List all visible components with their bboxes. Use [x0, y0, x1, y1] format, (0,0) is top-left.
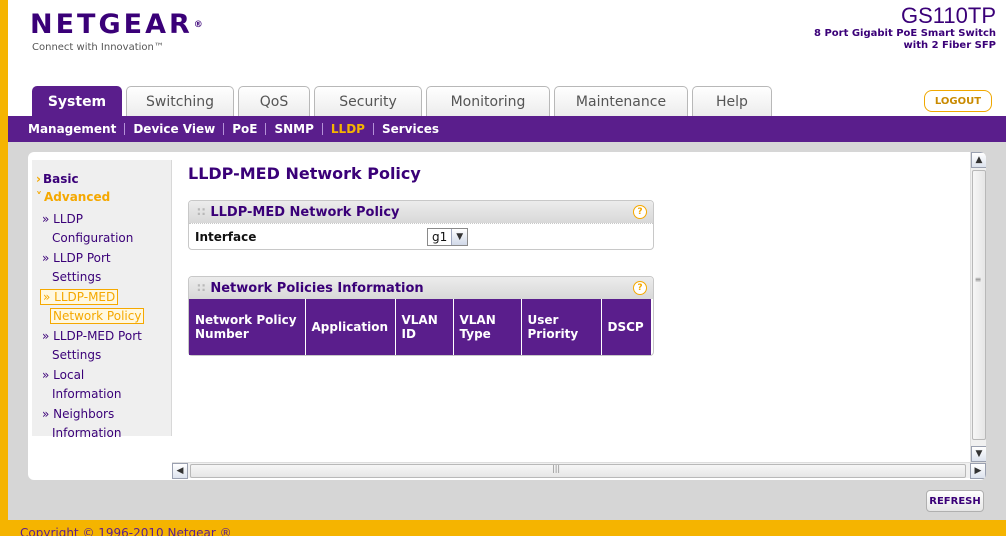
tab-help[interactable]: Help: [692, 86, 772, 116]
sidebar-item-lldp-port-settings[interactable]: » LLDP Port Settings: [42, 249, 111, 287]
sidebar-item-label: » LLDP: [42, 212, 84, 226]
sidebar-item-label: » LLDP Port: [42, 251, 111, 265]
chevron-down-icon[interactable]: ▼: [451, 228, 468, 245]
scroll-down-icon[interactable]: ▼: [971, 446, 986, 462]
sidebar-item-local-information[interactable]: » Local Information: [42, 366, 121, 404]
column-header: VLAN ID: [395, 299, 454, 355]
sidebar-item-neighbors-information[interactable]: » Neighbors Information: [42, 405, 121, 443]
help-icon[interactable]: ?: [633, 205, 647, 219]
panel-title: Network Policies Information: [210, 280, 424, 296]
sub-navigation: Management Device View PoE SNMP LLDP Ser…: [8, 116, 1006, 142]
sidebar: › Basic ˅ Advanced » LLDP Configuration » …: [32, 160, 172, 440]
interface-label: Interface: [195, 229, 257, 244]
panel-header: ∷ LLDP-MED Network Policy ?: [189, 201, 653, 223]
interface-select-value: g1: [432, 229, 448, 244]
subnav-management[interactable]: Management: [20, 122, 124, 136]
chevron-down-icon: ˅: [36, 190, 42, 204]
scroll-left-icon[interactable]: ◀: [172, 463, 188, 479]
sidebar-item-label: » LLDP-MED Port: [42, 329, 142, 343]
grip-icon: ≡: [974, 275, 982, 284]
column-header: Application: [305, 299, 396, 355]
vertical-scroll-thumb[interactable]: [972, 170, 986, 440]
column-header: VLAN Type: [453, 299, 522, 355]
sidebar-item-lldp-med-network-policy[interactable]: » LLDP-MED Network Policy: [40, 288, 145, 326]
model-description: 8 Port Gigabit PoE Smart Switch with 2 F…: [814, 28, 996, 51]
grip-icon: ∷: [197, 281, 205, 295]
subnav-snmp[interactable]: SNMP: [266, 122, 321, 136]
sidebar-item-label: Information: [52, 426, 122, 440]
interface-row: Interface g1 ▼: [189, 223, 653, 249]
logout-button[interactable]: LOGOUT: [924, 90, 992, 112]
sidebar-item-label: Settings: [52, 348, 102, 362]
header: NETGEAR® Connect with Innovation™ GS110T…: [8, 0, 1006, 76]
grip-icon: |||: [552, 464, 561, 473]
model-info: GS110TP 8 Port Gigabit PoE Smart Switch …: [796, 4, 996, 52]
sidebar-advanced[interactable]: ˅ Advanced: [36, 190, 110, 204]
copyright-text: Copyright © 1996-2010 Netgear ®: [20, 526, 232, 536]
tab-switching[interactable]: Switching: [126, 86, 234, 116]
interface-select[interactable]: g1 ▼: [427, 227, 469, 246]
scroll-right-icon[interactable]: ▶: [970, 463, 986, 479]
grip-icon: ∷: [197, 205, 205, 219]
network-policy-panel: ∷ LLDP-MED Network Policy ? Interface g1…: [188, 200, 654, 250]
netgear-logo: NETGEAR®: [30, 9, 203, 40]
vertical-scrollbar[interactable]: ▲ ≡ ▼: [970, 152, 986, 462]
sidebar-item-label: Settings: [52, 270, 102, 284]
table-header-row: Network Policy Number Application VLAN I…: [189, 299, 651, 355]
horizontal-scroll-thumb[interactable]: [190, 464, 966, 478]
content-area: › Basic ˅ Advanced » LLDP Configuration » …: [8, 142, 1006, 520]
network-policies-info-panel: ∷ Network Policies Information ? Network…: [188, 276, 654, 356]
sidebar-item-label: » LLDP-MED: [40, 288, 144, 307]
horizontal-scrollbar[interactable]: ◀ ||| ▶: [172, 462, 986, 479]
sidebar-item-label: Configuration: [52, 231, 134, 245]
panel-title: LLDP-MED Network Policy: [210, 204, 400, 220]
sidebar-item-label: » Local: [42, 368, 85, 382]
scroll-up-icon[interactable]: ▲: [971, 152, 986, 168]
page-title: LLDP-MED Network Policy: [188, 164, 421, 183]
content-box: › Basic ˅ Advanced » LLDP Configuration » …: [28, 152, 986, 480]
refresh-button[interactable]: REFRESH: [926, 490, 984, 512]
sidebar-item-lldp-configuration[interactable]: » LLDP Configuration: [42, 210, 133, 248]
subnav-device-view[interactable]: Device View: [125, 122, 223, 136]
sidebar-item-label: » Neighbors: [42, 407, 115, 421]
subnav-lldp[interactable]: LLDP: [323, 122, 373, 136]
subnav-services[interactable]: Services: [374, 122, 447, 136]
chevron-right-icon: ›: [36, 172, 41, 186]
main-tabs: System Switching QoS Security Monitoring…: [8, 86, 1006, 116]
footer: Copyright © 1996-2010 Netgear ®: [8, 520, 1006, 536]
tagline: Connect with Innovation™: [32, 42, 164, 53]
policies-table: Network Policy Number Application VLAN I…: [189, 299, 651, 355]
tab-security[interactable]: Security: [314, 86, 422, 116]
column-header: Network Policy Number: [189, 299, 306, 355]
column-header: User Priority: [521, 299, 602, 355]
subnav-poe[interactable]: PoE: [224, 122, 265, 136]
sidebar-basic[interactable]: › Basic: [36, 172, 79, 186]
tab-monitoring[interactable]: Monitoring: [426, 86, 550, 116]
model-name: GS110TP: [901, 3, 996, 28]
sidebar-item-lldp-med-port-settings[interactable]: » LLDP-MED Port Settings: [42, 327, 142, 365]
sidebar-item-label: Network Policy: [42, 307, 145, 326]
tab-maintenance[interactable]: Maintenance: [554, 86, 688, 116]
sidebar-item-label: Information: [52, 387, 122, 401]
panel-header: ∷ Network Policies Information ?: [189, 277, 653, 299]
help-icon[interactable]: ?: [633, 281, 647, 295]
main-content: LLDP-MED Network Policy ∷ LLDP-MED Netwo…: [184, 152, 974, 442]
tab-system[interactable]: System: [32, 86, 122, 116]
tab-qos[interactable]: QoS: [238, 86, 310, 116]
frame-edge: [0, 0, 8, 536]
column-header: DSCP: [601, 299, 651, 355]
